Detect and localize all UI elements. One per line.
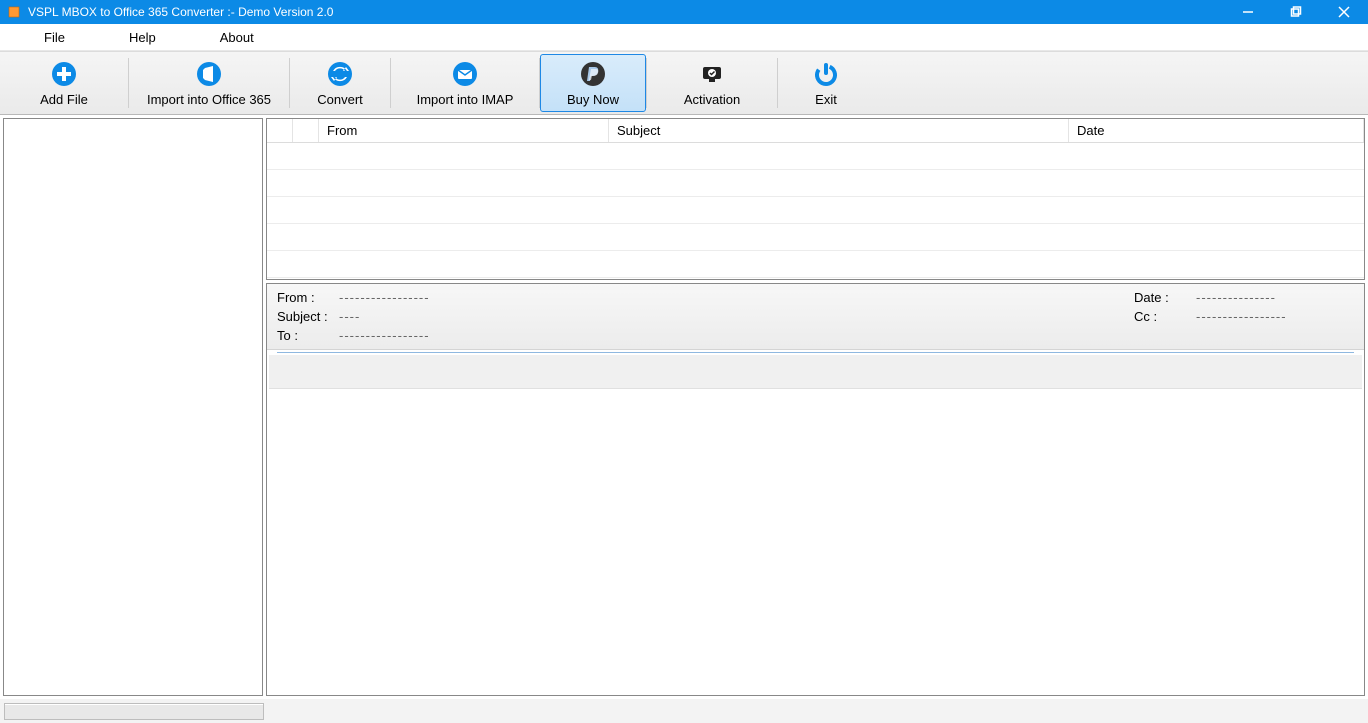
status-bar [0, 699, 1368, 723]
preview-date-value: --------------- [1196, 290, 1276, 305]
table-row[interactable] [267, 170, 1364, 197]
header-subject[interactable]: Subject [609, 119, 1069, 142]
header-rownum[interactable] [267, 119, 293, 142]
header-date[interactable]: Date [1069, 119, 1364, 142]
import-office365-button[interactable]: Import into Office 365 [129, 52, 289, 114]
email-preview: From : ----------------- Date : --------… [266, 283, 1365, 696]
table-row[interactable] [267, 197, 1364, 224]
activation-button[interactable]: Activation [647, 52, 777, 114]
activation-label: Activation [684, 92, 740, 107]
add-file-label: Add File [40, 92, 88, 107]
mail-icon [451, 60, 479, 88]
close-button[interactable] [1320, 0, 1368, 24]
window-controls [1224, 0, 1368, 24]
preview-header: From : ----------------- Date : --------… [267, 284, 1364, 350]
menu-bar: File Help About [0, 24, 1368, 51]
title-bar: VSPL MBOX to Office 365 Converter :- Dem… [0, 0, 1368, 24]
main-area: From Subject Date From : ---------------… [0, 115, 1368, 699]
buy-now-button[interactable]: Buy Now [540, 54, 646, 112]
preview-body[interactable] [267, 389, 1364, 695]
maximize-button[interactable] [1272, 0, 1320, 24]
window-title: VSPL MBOX to Office 365 Converter :- Dem… [28, 5, 333, 19]
list-header: From Subject Date [267, 119, 1364, 143]
list-rows [267, 143, 1364, 279]
status-progress-well [4, 703, 264, 720]
minimize-button[interactable] [1224, 0, 1272, 24]
table-row[interactable] [267, 224, 1364, 251]
toolbar: Add File Import into Office 365 Convert … [0, 51, 1368, 115]
preview-subject-value: ---- [339, 309, 360, 324]
menu-about[interactable]: About [206, 24, 268, 50]
convert-button[interactable]: Convert [290, 52, 390, 114]
preview-body-header-strip [269, 355, 1362, 389]
office-icon [195, 60, 223, 88]
plus-circle-icon [50, 60, 78, 88]
preview-subject-label: Subject : [277, 309, 329, 324]
file-tree-panel[interactable] [3, 118, 263, 696]
import-imap-label: Import into IMAP [417, 92, 514, 107]
preview-cc-value: ----------------- [1196, 309, 1287, 324]
add-file-button[interactable]: Add File [0, 52, 128, 114]
import-imap-button[interactable]: Import into IMAP [391, 52, 539, 114]
buy-now-label: Buy Now [567, 92, 619, 107]
paypal-icon [579, 60, 607, 88]
preview-cc-label: Cc : [1134, 309, 1186, 324]
preview-date-label: Date : [1134, 290, 1186, 305]
table-row[interactable] [267, 251, 1364, 278]
exit-button[interactable]: Exit [778, 52, 874, 114]
exit-label: Exit [815, 92, 837, 107]
table-row[interactable] [267, 143, 1364, 170]
convert-icon [326, 60, 354, 88]
convert-label: Convert [317, 92, 363, 107]
header-checkbox[interactable] [293, 119, 319, 142]
preview-to-label: To : [277, 328, 329, 343]
preview-divider [277, 352, 1354, 353]
preview-to-value: ----------------- [339, 328, 430, 343]
right-panel: From Subject Date From : ---------------… [266, 118, 1365, 696]
activation-icon [698, 60, 726, 88]
email-list[interactable]: From Subject Date [266, 118, 1365, 280]
preview-from-value: ----------------- [339, 290, 430, 305]
header-from[interactable]: From [319, 119, 609, 142]
import-office365-label: Import into Office 365 [147, 92, 271, 107]
app-icon [6, 4, 22, 20]
menu-file[interactable]: File [30, 24, 79, 50]
menu-help[interactable]: Help [115, 24, 170, 50]
power-icon [812, 60, 840, 88]
preview-from-label: From : [277, 290, 329, 305]
